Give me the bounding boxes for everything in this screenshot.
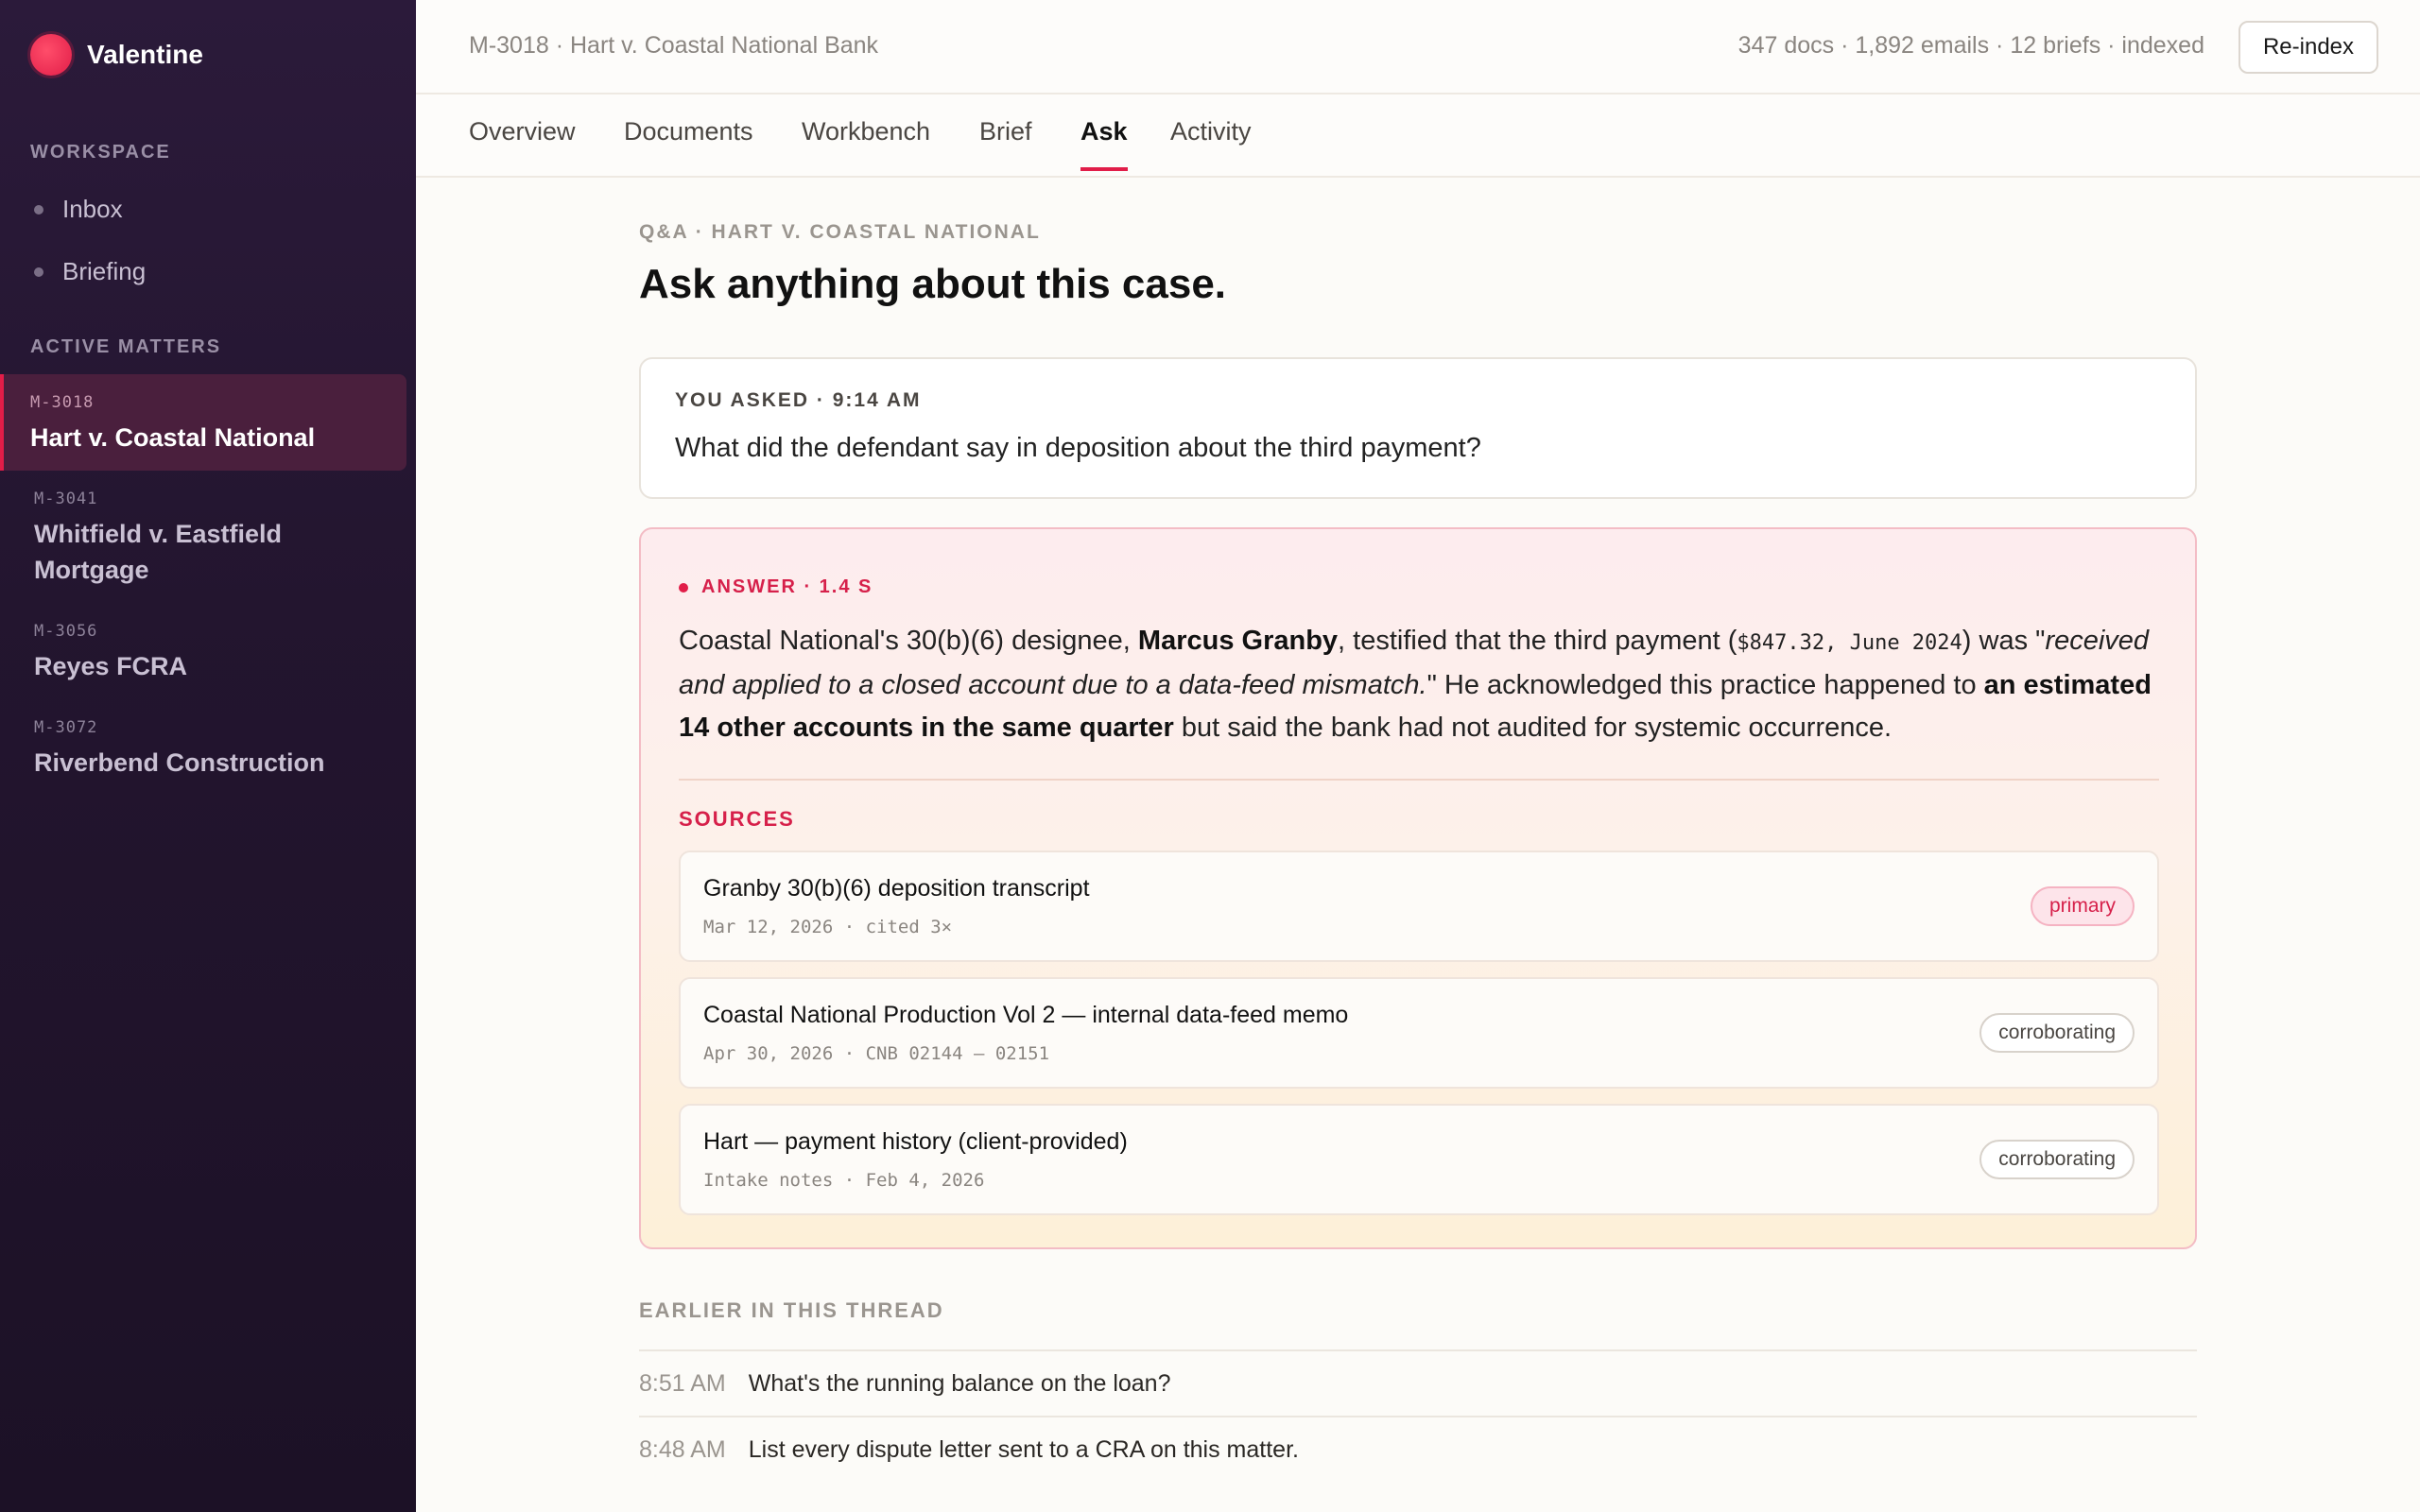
bullet-icon	[34, 204, 43, 215]
brand-name: Valentine	[87, 40, 203, 69]
source-badge: primary	[2030, 886, 2135, 926]
matter-code: M-3018	[30, 393, 95, 412]
sidebar: Valentine WORKSPACE Inbox Briefing ACTIV…	[0, 0, 416, 1512]
matter-item-m3018[interactable]: M-3018 Hart v. Coastal National	[0, 374, 406, 471]
source-title: Granby 30(b)(6) deposition transcript	[703, 875, 1090, 902]
source-title: Hart — payment history (client-provided)	[703, 1128, 1128, 1155]
answer-person: Marcus Granby	[1137, 626, 1339, 656]
matter-code: M-3056	[34, 622, 98, 641]
answer-part: but said the bank had not audited for sy…	[1173, 713, 1893, 743]
answer-payment: $847.32, June 2024	[1737, 631, 1962, 655]
page-title: Ask anything about this case.	[639, 261, 1227, 307]
thread-text: List every dispute letter sent to a CRA …	[748, 1435, 1299, 1463]
sidebar-item-briefing[interactable]: Briefing	[34, 257, 146, 286]
matter-item-m3072[interactable]: M-3072 Riverbend Construction	[0, 718, 406, 781]
question-text: What did the defendant say in deposition…	[675, 433, 1481, 463]
workspace-section-label: WORKSPACE	[30, 142, 171, 163]
source-item[interactable]: Coastal National Production Vol 2 — inte…	[679, 977, 2159, 1089]
thread-time: 8:51 AM	[639, 1369, 726, 1397]
tab-activity[interactable]: Activity	[1170, 117, 1252, 167]
source-item[interactable]: Granby 30(b)(6) deposition transcript Ma…	[679, 850, 2159, 962]
sources-label: SOURCES	[679, 807, 795, 831]
brand-logo-icon	[30, 34, 72, 76]
question-meta: YOU ASKED · 9:14 AM	[675, 389, 922, 411]
tab-ask[interactable]: Ask	[1080, 117, 1128, 171]
matter-name: Hart v. Coastal National	[30, 423, 316, 452]
matter-item-m3056[interactable]: M-3056 Reyes FCRA	[0, 622, 406, 684]
matter-name: Reyes FCRA	[34, 652, 188, 680]
earlier-thread-label: EARLIER IN THIS THREAD	[639, 1298, 944, 1322]
bullet-icon	[34, 266, 43, 277]
matter-code: M-3041	[34, 490, 98, 508]
tab-brief[interactable]: Brief	[979, 117, 1032, 167]
reindex-button[interactable]: Re-index	[2238, 21, 2378, 74]
thread-time: 8:48 AM	[639, 1435, 726, 1463]
matter-code: M-3072	[34, 718, 98, 737]
matter-item-m3041[interactable]: M-3041 Whitfield v. Eastfield Mortgage	[0, 490, 406, 588]
answer-part: ) was "	[1962, 626, 2046, 656]
source-meta: Intake notes · Feb 4, 2026	[703, 1170, 985, 1191]
answer-part: , testified that the third payment (	[1338, 626, 1737, 656]
answer-meta: ANSWER · 1.4 S	[679, 576, 873, 598]
thread-item[interactable]: 8:48 AM List every dispute letter sent t…	[639, 1416, 2197, 1482]
thread-text: What's the running balance on the loan?	[748, 1369, 1171, 1397]
sidebar-item-label: Briefing	[62, 257, 147, 285]
breadcrumb: M-3018 · Hart v. Coastal National Bank	[469, 32, 879, 59]
tab-documents[interactable]: Documents	[624, 117, 753, 167]
answer-part: " He acknowledged this practice happened…	[1426, 670, 1984, 700]
divider	[679, 779, 2159, 781]
question-card: YOU ASKED · 9:14 AM What did the defenda…	[639, 357, 2197, 499]
matter-name: Riverbend Construction	[34, 748, 325, 777]
tab-bar: Overview Documents Workbench Brief Ask A…	[416, 94, 2420, 178]
matters-section-label: ACTIVE MATTERS	[30, 336, 222, 357]
sidebar-item-inbox[interactable]: Inbox	[34, 195, 123, 224]
matter-name: Whitfield v. Eastfield Mortgage	[34, 520, 283, 584]
sidebar-item-label: Inbox	[62, 195, 123, 223]
tab-workbench[interactable]: Workbench	[802, 117, 930, 167]
answer-meta-label: ANSWER · 1.4 S	[701, 576, 873, 597]
source-item[interactable]: Hart — payment history (client-provided)…	[679, 1104, 2159, 1215]
index-stats: 347 docs · 1,892 emails · 12 briefs · in…	[1737, 32, 2204, 59]
top-header: M-3018 · Hart v. Coastal National Bank 3…	[416, 0, 2420, 94]
thread-item[interactable]: 8:51 AM What's the running balance on th…	[639, 1349, 2197, 1416]
brand[interactable]: Valentine	[30, 34, 203, 76]
tab-overview[interactable]: Overview	[469, 117, 576, 167]
source-badge: corroborating	[1979, 1140, 2135, 1179]
page-eyebrow: Q&A · HART V. COASTAL NATIONAL	[639, 221, 1041, 243]
answer-card: ANSWER · 1.4 S Coastal National's 30(b)(…	[639, 527, 2197, 1249]
source-meta: Apr 30, 2026 · CNB 02144 – 02151	[703, 1043, 1050, 1064]
answer-part: Coastal National's 30(b)(6) designee,	[679, 626, 1138, 656]
source-badge: corroborating	[1979, 1013, 2135, 1053]
source-meta: Mar 12, 2026 · cited 3×	[703, 917, 953, 937]
answer-text: Coastal National's 30(b)(6) designee, Ma…	[679, 620, 2172, 749]
status-dot-icon	[679, 582, 688, 593]
source-title: Coastal National Production Vol 2 — inte…	[703, 1002, 1349, 1028]
